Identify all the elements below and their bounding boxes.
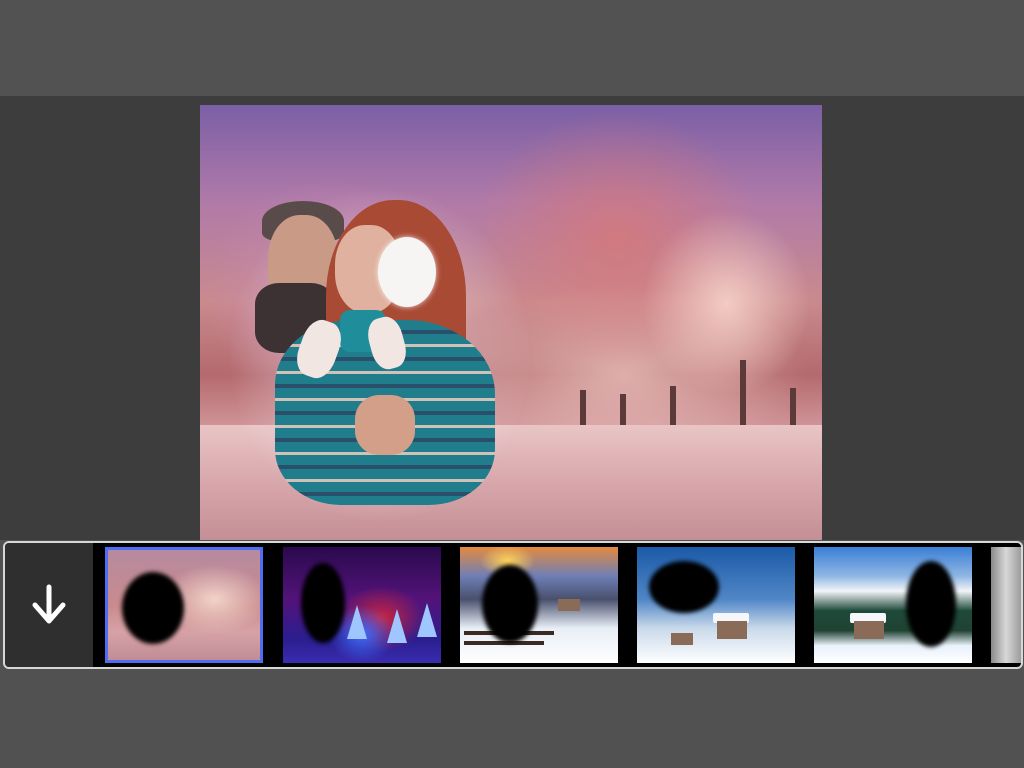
tree-trunk <box>670 386 676 430</box>
photo-slot <box>122 572 184 644</box>
christmas-tree <box>347 605 367 639</box>
frame-thumb-sunset-snow-fence[interactable] <box>460 547 618 663</box>
photo-slot <box>301 563 345 643</box>
frame-thumb-night-christmas-trees[interactable] <box>283 547 441 663</box>
download-button[interactable] <box>5 543 93 667</box>
earmuff <box>378 237 436 307</box>
photo-slot <box>482 565 538 643</box>
tree-trunk <box>740 360 746 430</box>
frame-thumbnails <box>101 543 1021 667</box>
photo-slot <box>649 561 719 613</box>
cabin <box>671 633 693 645</box>
tree-trunk <box>580 390 586 430</box>
frame-thumb-snowfall-cabins[interactable] <box>637 547 795 663</box>
frame-thumb-pink-snowy-forest[interactable] <box>105 547 263 663</box>
frame-strip[interactable] <box>3 541 1023 669</box>
frame-thumb-snowy-birch-forest[interactable] <box>991 547 1021 663</box>
frame-thumb-mountain-cabin[interactable] <box>814 547 972 663</box>
cabin <box>854 621 884 639</box>
christmas-tree <box>387 609 407 643</box>
cabin <box>558 599 580 611</box>
cabin <box>717 621 747 639</box>
hands <box>355 395 415 455</box>
top-toolbar <box>0 0 1024 96</box>
tree-trunk <box>790 388 796 430</box>
forest-right-trees <box>480 105 822 435</box>
photo-canvas[interactable] <box>200 105 822 540</box>
photo-slot <box>906 561 956 647</box>
christmas-tree <box>417 603 437 637</box>
download-arrow-icon <box>32 584 66 624</box>
